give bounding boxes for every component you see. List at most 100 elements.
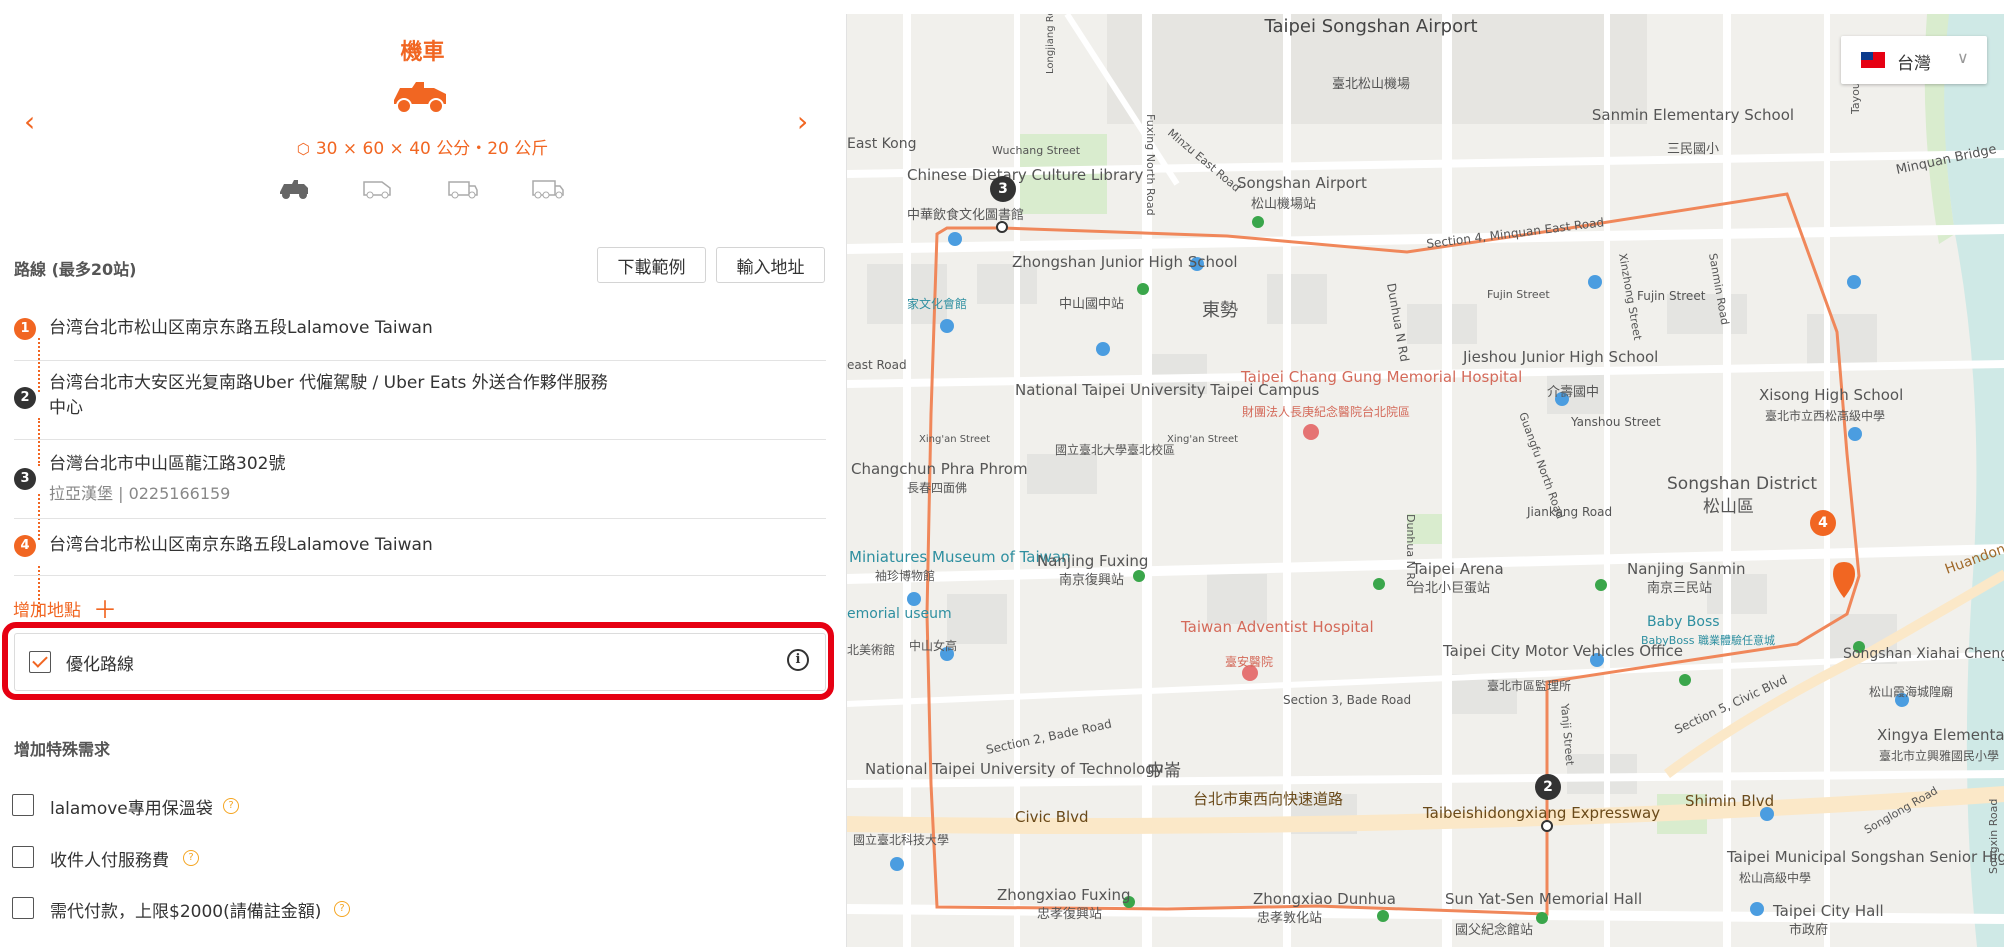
map-label: Nanjing Sanmin [1627,560,1746,578]
vehicle-dimensions: ⬡ 30 × 60 × 40 公分・20 公斤 [296,139,549,159]
map-label: Taipei Arena [1411,560,1504,578]
stop-address: 台湾台北市松山区南京东路五段Lalamove Taiwan [49,318,433,338]
stop-number-badge: 4 [14,535,36,557]
map-label: 家文化會館 [907,296,967,311]
map-label: 中山女高 [909,638,957,653]
order-form-panel: ‹ › 機車 ⬡ 30 × 60 × 40 公分・20 公斤 路線 (最多20站)… [0,0,845,947]
map-label: Songshan Xiahai Chenghuang Temple [1843,646,2004,662]
route-label: 路線 (最多20站) [14,260,137,279]
next-vehicle-button[interactable]: › [797,108,808,136]
stop-address: 台灣台北市中山區龍江路302號 [49,454,286,474]
map-label: Xing'an Street [1167,434,1238,445]
map-label: 南京三民站 [1647,580,1712,596]
map-label: 松山機場站 [1251,197,1316,212]
map-label: Songshan District [1667,474,1817,494]
route-stop-3[interactable]: 3 台灣台北市中山區龍江路302號 拉亞漢堡 | 0225166159 [14,440,826,519]
scooter-icon [394,82,446,114]
map-label: 臺北市立西松高級中學 [1765,408,1885,423]
map-label: Xingya Elementary School [1877,726,2004,744]
map-label: 長春四面佛 [907,481,967,495]
map-label: Fujin Street [1637,289,1706,303]
map-label: Taipei City Hall [1772,902,1884,920]
language-selector[interactable]: 台灣 ∨ [1841,36,1987,84]
map-pin-2[interactable]: 2 [1535,774,1561,800]
taiwan-flag-icon [1861,52,1885,68]
map-label: Chinese Dietary Culture Library [907,166,1143,184]
map-label: 東勢 [1202,300,1238,321]
import-address-button[interactable]: 輸入地址 [716,247,825,283]
optimize-route-option[interactable]: 優化路線 i [14,633,826,691]
map-label: 介壽國中 [1547,385,1599,400]
map-label: Zhongxiao Fuxing [997,886,1131,904]
stop-address: 台湾台北市松山区南京东路五段Lalamove Taiwan [49,535,433,555]
map-label: Songshan Airport [1237,174,1367,192]
map-label: Xisong High School [1759,386,1903,404]
map-pin-3[interactable]: 3 [990,176,1016,202]
prev-vehicle-button[interactable]: ‹ [24,108,35,136]
map-label: 國父紀念館站 [1455,922,1533,938]
map-label: National Taipei University Taipei Campus [1015,381,1319,399]
map-label: 國立臺北科技大學 [853,832,949,847]
map-label: Section 3, Bade Road [1283,693,1411,707]
map-label: Wuchang Street [992,144,1081,157]
help-icon[interactable]: ? [183,850,199,866]
service-checkbox[interactable] [12,846,34,868]
map-label: Sanmin Elementary School [1592,106,1794,124]
service-cash-on-delivery[interactable]: 需代付款，上限$2000(請備註金額) ? [12,895,392,922]
chevron-down-icon: ∨ [1957,48,1969,67]
map-label: Zhongshan Junior High School [1012,253,1238,271]
map-label: 臺安醫院 [1225,654,1273,669]
vehicle-type-mini-truck-icon[interactable] [447,178,479,200]
stop-contact: 拉亞漢堡 | 0225166159 [49,484,231,503]
map-label: 三民國小 [1667,142,1719,157]
special-requests-label: 增加特殊需求 [14,740,111,759]
map-label: 松山區 [1703,497,1754,517]
route-stop-1[interactable]: 1 台湾台北市松山区南京东路五段Lalamove Taiwan [14,304,826,361]
map-pin-1[interactable]: 4 [1810,510,1836,536]
map-label: Baby Boss [1647,614,1720,630]
map-label: Songxin Road [1987,799,2000,874]
vehicle-type-scooter-icon[interactable] [278,178,310,200]
plus-icon: ＋ [93,596,117,624]
map-label: 南京復興站 [1059,572,1124,588]
map-label: East Kong [847,136,916,152]
map-canvas[interactable]: Taipei Songshan Airport 臺北松山機場 Sanmin El… [847,14,2004,947]
stop-number-badge: 1 [14,318,36,340]
optimize-route-checkbox[interactable] [29,651,51,673]
service-checkbox[interactable] [12,794,34,816]
help-icon[interactable]: ? [223,798,239,814]
route-stops: 1 台湾台北市松山区南京东路五段Lalamove Taiwan 2 台湾台北市大… [14,304,826,612]
stop-number-badge: 2 [14,387,36,409]
service-insulated-bag[interactable]: lalamove專用保溫袋 ? [12,792,272,819]
map-label: 台北市東西向快速道路 [1193,790,1343,808]
box-icon: ⬡ [296,140,310,158]
map-label: Civic Blvd [1015,808,1089,826]
map-label: Taiwan Adventist Hospital [1180,618,1374,636]
map-label-airport: Taipei Songshan Airport [1263,16,1477,37]
map-label: Taipei Municipal Songshan Senior High [1726,848,2004,866]
vehicle-type-van-icon[interactable] [362,178,394,200]
service-recipient-pays[interactable]: 收件人付服務費 ? [12,844,232,871]
map-label: 市政府 [1789,922,1828,938]
stop-number-badge: 3 [14,468,36,490]
info-icon[interactable]: i [787,649,809,671]
map-label: 袖珍博物館 [875,568,935,583]
service-checkbox[interactable] [12,897,34,919]
map-label: 忠孝復興站 [1037,906,1102,922]
map-label: Sun Yat-Sen Memorial Hall [1445,890,1642,908]
map-label: 台北小巨蛋站 [1412,581,1490,596]
help-icon[interactable]: ? [334,901,350,917]
map-label: 臺北市區監理所 [1487,678,1571,693]
vehicle-type-truck-icon[interactable] [532,178,564,200]
add-stop-button[interactable]: 增加地點＋ [13,590,117,625]
route-stop-4[interactable]: 4 台湾台北市松山区南京东路五段Lalamove Taiwan [14,519,826,576]
map-label: 松山高級中學 [1739,870,1811,885]
map-label: Changchun Phra Phrom [851,460,1028,478]
route-map[interactable]: Taipei Songshan Airport 臺北松山機場 Sanmin El… [846,14,2004,947]
download-sample-button[interactable]: 下載範例 [597,247,706,283]
map-label: National Taipei University of Technology [865,760,1164,778]
route-stop-2[interactable]: 2 台湾台北市大安区光复南路Uber 代僱駕駛 / Uber Eats 外送合作… [14,361,826,440]
service-label: 收件人付服務費 [50,851,169,871]
map-label: 松山霞海城隍廟 [1869,684,1953,699]
map-label: Longjiang Road [1045,14,1056,74]
